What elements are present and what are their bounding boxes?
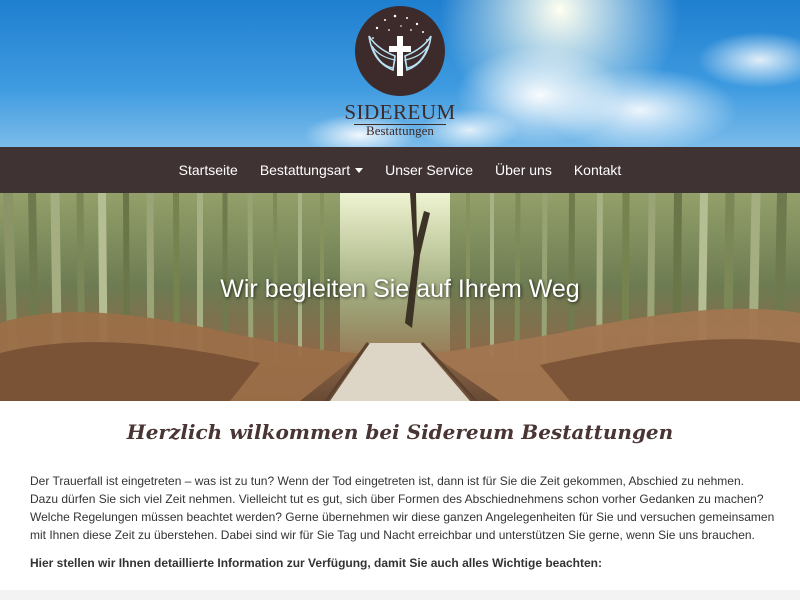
- brand-name: SIDEREUM: [344, 100, 456, 124]
- welcome-heading: Herzlich wilkommen bei Sidereum Bestattu…: [126, 420, 674, 444]
- nav-item-label: Über uns: [495, 162, 552, 178]
- nav-item-label: Startseite: [178, 162, 238, 178]
- logo-emblem: [355, 6, 445, 96]
- brand-subtitle: Bestattungen: [366, 123, 434, 138]
- nav-item-label: Kontakt: [573, 162, 622, 178]
- nav-item-ueber-uns[interactable]: Über uns: [484, 162, 563, 178]
- nav-item-startseite[interactable]: Startseite: [168, 162, 249, 178]
- hero-title: Wir begleiten Sie auf Ihrem Weg: [220, 275, 580, 303]
- nav-item-bestattungsart[interactable]: Bestattungsart: [249, 162, 374, 178]
- info-line: Hier stellen wir Ihnen detaillierte Info…: [30, 556, 603, 570]
- section-divider: [0, 590, 800, 600]
- main-nav: Startseite Bestattungsart Unser Service …: [0, 147, 800, 193]
- cross-wings-icon: [368, 14, 432, 76]
- nav-item-kontakt[interactable]: Kontakt: [563, 162, 632, 178]
- hero-banner: Wir begleiten Sie auf Ihrem Weg: [0, 193, 800, 401]
- nav-item-label: Bestattungsart: [259, 162, 351, 178]
- caret-down-icon: [355, 167, 364, 173]
- intro-paragraph: Der Trauerfall ist eingetreten – was ist…: [30, 474, 775, 542]
- logo[interactable]: SIDEREUM Bestattungen: [340, 6, 460, 140]
- nav-item-unser-service[interactable]: Unser Service: [374, 162, 484, 178]
- nav-item-label: Unser Service: [385, 162, 474, 178]
- header-banner: SIDEREUM Bestattungen: [0, 0, 800, 147]
